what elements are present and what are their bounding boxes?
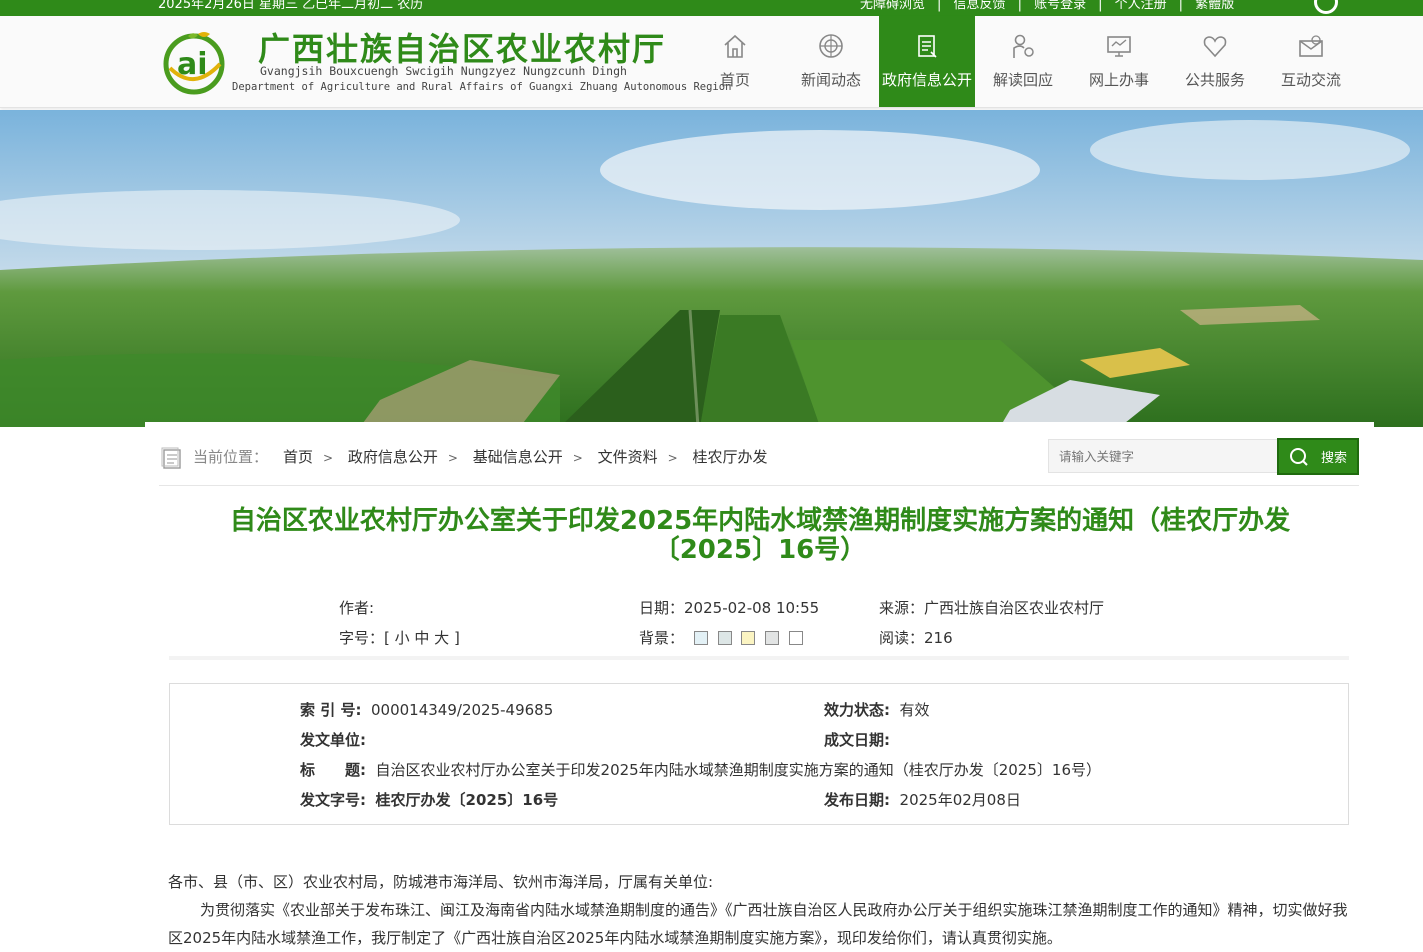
top-link-register[interactable]: 个人注册 xyxy=(1115,0,1167,12)
font-size-options[interactable]: [ 小 中 大 ] xyxy=(384,629,460,647)
nav-online-service-label: 网上办事 xyxy=(1088,71,1149,89)
breadcrumb-office-docs[interactable]: 桂农厅办发 xyxy=(692,448,767,466)
info-title-value: 自治区农业农村厅办公室关于印发2025年内陆水域禁渔期制度实施方案的通知（桂农厅… xyxy=(375,761,1101,779)
meta-author: 作者: xyxy=(339,597,374,618)
document-icon xyxy=(918,35,937,58)
top-link-traditional[interactable]: 繁體版 xyxy=(1195,0,1234,12)
info-issuer-label: 发文单位: xyxy=(300,731,366,749)
meta-date: 日期：2025-02-08 10:55 xyxy=(639,597,819,618)
top-strip: 2025年2月26日 星期三 乙巳年二月初二 农历 无障碍浏览 | 信息反馈 | 账… xyxy=(0,0,1423,16)
bg-swatch-gray[interactable] xyxy=(717,631,732,645)
search-input[interactable] xyxy=(1048,439,1280,473)
nav-interpretation[interactable]: 解读回应 xyxy=(975,16,1071,107)
meta-reads: 阅读：216 xyxy=(879,627,953,648)
body-paragraph: 为贯彻落实《农业部关于发布珠江、闽江及海南省内陆水域禁渔期制度的通告》《广西壮族… xyxy=(168,901,1348,947)
info-index-label: 索 引 号: xyxy=(300,701,362,719)
nav-home-label: 首页 xyxy=(719,71,750,89)
nav-interpretation-label: 解读回应 xyxy=(992,71,1053,89)
info-pubdate-value: 2025年02月08日 xyxy=(899,791,1021,809)
meta-bg-label: 背景： xyxy=(639,629,685,647)
document-info-box: 索 引 号: 000014349/2025-49685 效力状态: 有效 发文单… xyxy=(169,683,1349,825)
meta-author-label: 作者: xyxy=(339,599,375,617)
location-document-icon xyxy=(161,447,181,469)
body-paragraph-salutation: 各市、县（市、区）农业农村局，防城港市海洋局、钦州市海洋局，厅属有关单位: xyxy=(168,873,714,891)
meta-fontsize: 字号：[ 小 中 大 ] xyxy=(339,627,460,648)
info-issuer: 发文单位: xyxy=(300,729,376,750)
meta-reads-label: 阅读： xyxy=(879,629,925,647)
person-search-icon xyxy=(1013,34,1034,58)
info-docno-label: 发文字号: xyxy=(300,791,366,809)
nav-news[interactable]: 新闻动态 xyxy=(783,16,879,107)
breadcrumb: 首页 > 政府信息公开 > 基础信息公开 > 文件资料 > 桂农厅办发 xyxy=(283,448,768,466)
monitor-icon xyxy=(1107,36,1131,57)
search-icon xyxy=(1289,447,1308,466)
article-title: 自治区农业农村厅办公室关于印发2025年内陆水域禁渔期制度实施方案的通知（桂农厅… xyxy=(175,507,1345,565)
globe-icon xyxy=(819,34,843,58)
breadcrumb-label: 当前位置： xyxy=(193,448,269,466)
info-title-label: 标 题: xyxy=(300,761,366,779)
article-title-line1: 自治区农业农村厅办公室关于印发2025年内陆水域禁渔期制度实施方案的通知（桂农厅… xyxy=(229,506,1291,536)
meta-background: 背景： xyxy=(639,627,803,648)
meta-reads-value: 216 xyxy=(924,629,953,647)
nav-public-service[interactable]: 公共服务 xyxy=(1167,16,1263,107)
nav-gov-info-label: 政府信息公开 xyxy=(881,71,972,89)
banner-image xyxy=(0,110,1423,427)
info-validity-value: 有效 xyxy=(899,701,930,719)
info-pubdate-label: 发布日期: xyxy=(824,791,890,809)
bg-swatch-yellow[interactable] xyxy=(741,631,756,645)
meta-date-value: 2025-02-08 10:55 xyxy=(684,599,820,617)
article-title-line2: 〔2025〕16号） xyxy=(653,535,867,565)
info-docno: 发文字号: 桂农厅办发〔2025〕16号 xyxy=(300,789,558,810)
nav-home[interactable]: 首页 xyxy=(687,16,783,107)
mail-icon xyxy=(1299,35,1323,57)
nav-interaction[interactable]: 互动交流 xyxy=(1263,16,1359,107)
breadcrumb-bar: 当前位置： 首页> 政府信息公开> 基础信息公开> 文件资料> 桂农厅办发 搜索 xyxy=(159,436,1359,486)
info-pubdate: 发布日期: 2025年02月08日 xyxy=(824,789,1021,810)
nav-news-label: 新闻动态 xyxy=(800,71,861,89)
content-panel: 当前位置： 首页> 政府信息公开> 基础信息公开> 文件资料> 桂农厅办发 搜索… xyxy=(145,422,1374,947)
home-icon xyxy=(724,34,746,58)
top-links: 无障碍浏览 | 信息反馈 | 账号登录 | 个人注册 | 繁體版 xyxy=(860,0,1238,12)
nav-public-service-label: 公共服务 xyxy=(1184,71,1245,89)
nav-gov-info[interactable]: 政府信息公开 xyxy=(879,16,975,107)
meta-source: 来源：广西壮族自治区农业农村厅 xyxy=(879,597,1104,618)
current-date: 2025年2月26日 星期三 乙巳年二月初二 农历 xyxy=(158,0,424,12)
meta-fontsize-label: 字号： xyxy=(339,629,385,647)
top-link-feedback[interactable]: 信息反馈 xyxy=(954,0,1006,12)
search-button[interactable]: 搜索 xyxy=(1277,438,1359,475)
bg-swatch-silver[interactable] xyxy=(765,631,780,645)
meta-date-label: 日期： xyxy=(639,599,685,617)
breadcrumb-basic-info[interactable]: 基础信息公开 xyxy=(473,448,563,466)
site-header: ai 广西壮族自治区农业农村厅 Gvangjsih Bouxcuengh Swc… xyxy=(0,16,1423,108)
info-date-made: 成文日期: xyxy=(824,729,900,750)
accessibility-circle-icon[interactable] xyxy=(1314,0,1338,14)
top-link-accessibility[interactable]: 无障碍浏览 xyxy=(860,0,925,12)
ai-leaf-logo-icon[interactable]: ai xyxy=(160,28,228,96)
breadcrumb-gov-info[interactable]: 政府信息公开 xyxy=(348,448,438,466)
heart-icon xyxy=(1203,36,1227,58)
info-date-made-label: 成文日期: xyxy=(824,731,890,749)
breadcrumb-home[interactable]: 首页 xyxy=(283,448,313,466)
main-nav: 首页 新闻动态 政府信息公开 解读回应 网上办事 公共服务 互动交流 xyxy=(687,16,1359,107)
info-index: 索 引 号: 000014349/2025-49685 xyxy=(300,699,553,720)
article-body: 各市、县（市、区）农业农村局，防城港市海洋局、钦州市海洋局，厅属有关单位: 为贯… xyxy=(168,868,1353,952)
svg-text:ai: ai xyxy=(177,47,208,82)
meta-source-label: 来源： xyxy=(879,599,925,617)
bg-swatch-blue[interactable] xyxy=(693,631,708,645)
breadcrumb-documents[interactable]: 文件资料 xyxy=(598,448,658,466)
nav-online-service[interactable]: 网上办事 xyxy=(1071,16,1167,107)
info-validity-label: 效力状态: xyxy=(824,701,890,719)
info-docno-value: 桂农厅办发〔2025〕16号 xyxy=(375,791,559,809)
bg-swatch-white[interactable] xyxy=(788,631,803,645)
search-button-label: 搜索 xyxy=(1320,451,1347,466)
info-index-value: 000014349/2025-49685 xyxy=(371,701,554,719)
site-subtitle-zhuang: Gvangjsih Bouxcuengh Swcigih Nungzyez Nu… xyxy=(260,64,627,78)
meta-source-value: 广西壮族自治区农业农村厅 xyxy=(924,599,1105,617)
info-validity: 效力状态: 有效 xyxy=(824,699,930,720)
top-link-login[interactable]: 账号登录 xyxy=(1034,0,1086,12)
meta-divider xyxy=(169,656,1349,660)
site-subtitle-english: Department of Agriculture and Rural Affa… xyxy=(232,81,732,93)
nav-interaction-label: 互动交流 xyxy=(1280,71,1341,89)
info-title: 标 题: 自治区农业农村厅办公室关于印发2025年内陆水域禁渔期制度实施方案的通… xyxy=(300,759,1101,780)
